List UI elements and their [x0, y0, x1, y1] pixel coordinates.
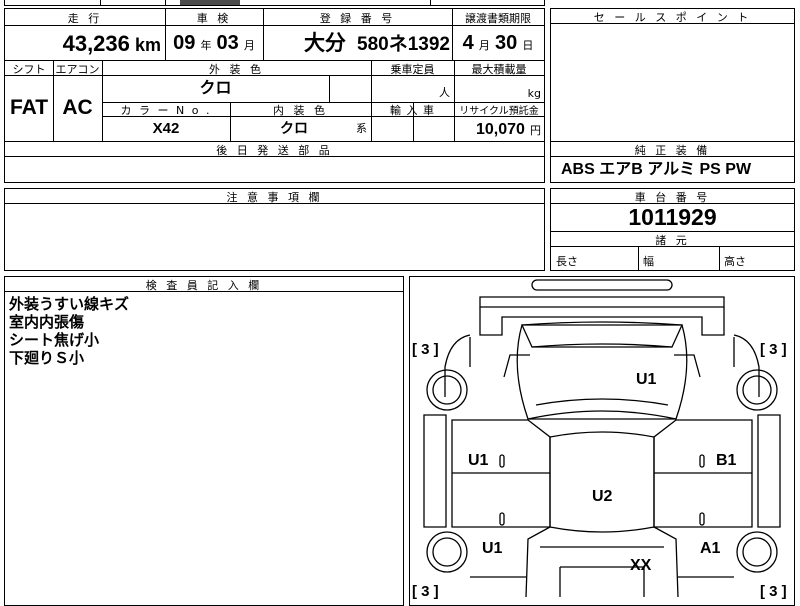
exterior-color-value: クロ — [199, 80, 232, 97]
later-parts-label: 後 日 発 送 部 品 — [216, 144, 333, 157]
equipment-label: 純 正 装 備 — [634, 144, 711, 157]
registration-place: 大分 — [303, 32, 346, 55]
inspection-label: 車 検 — [196, 12, 232, 25]
center-roof — [549, 431, 655, 533]
transfer-day: 30 — [494, 32, 518, 54]
sales-point-label: セ ー ル ス ポ イ ン ト — [593, 11, 752, 24]
interior-color-suffix: 系 — [356, 122, 367, 135]
capacity-unit: 人 — [439, 86, 450, 99]
mark-left-front: U1 — [468, 452, 489, 469]
bracket-top-left: [ 3 ] — [412, 341, 439, 358]
recycle-value: 10,070 — [475, 121, 525, 138]
roof — [516, 324, 688, 420]
width-label: 幅 — [643, 255, 654, 268]
mark-tail: XX — [630, 557, 652, 574]
mileage-unit: km — [134, 35, 161, 55]
mark-center: U2 — [592, 488, 613, 505]
inspector-line: シート焦げ小 — [9, 331, 100, 349]
import-label: 輸 入 車 — [390, 104, 435, 117]
transfer-month: 4 — [462, 32, 474, 54]
bracket-top-right: [ 3 ] — [760, 341, 787, 358]
top-cut-row — [4, 0, 544, 6]
max-load-cell: kg — [454, 75, 544, 102]
sales-equipment-box: セ ー ル ス ポ イ ン ト 純 正 装 備 ABS エアB アルミ PS P… — [550, 8, 795, 183]
mark-roof: U1 — [636, 371, 657, 388]
interior-color-value: クロ — [280, 120, 308, 136]
interior-color-cell: クロ 系 — [230, 116, 371, 141]
vehicle-info-table: 走 行 車 検 登 録 番 号 譲渡書類期限 43,236 km 09 年 03… — [4, 8, 545, 183]
inspection-year: 09 — [173, 32, 196, 54]
dimensions-label: 諸 元 — [655, 234, 690, 247]
recycle-cell: 10,070 円 — [454, 116, 544, 141]
mark-right-front: B1 — [716, 452, 737, 469]
equipment-value: ABS エアB アルミ PS PW — [561, 161, 752, 178]
right-side-rail — [757, 414, 781, 528]
inspector-label: 検 査 員 記 入 欄 — [145, 279, 263, 292]
registration-value-cell: 大分 580ネ1392 — [263, 27, 452, 60]
notes-label: 注 意 事 項 欄 — [226, 191, 323, 204]
capacity-cell: 人 — [371, 75, 454, 102]
car-diagram-svg — [423, 279, 781, 598]
aircon-value: AC — [62, 96, 93, 119]
transfer-deadline-label: 譲渡書類期限 — [465, 12, 531, 25]
transfer-day-unit: 日 — [522, 39, 534, 52]
inspector-line: 下廻りＳ小 — [9, 349, 85, 367]
inspection-month-unit: 月 — [243, 39, 255, 52]
color-no-value: X42 — [152, 120, 180, 137]
registration-number: 580ネ1392 — [357, 34, 450, 55]
inspection-month: 03 — [216, 32, 239, 54]
car-diagram: [ 3 ] [ 3 ] [ 3 ] [ 3 ] U1 U1 B1 U2 U1 A… — [409, 276, 795, 606]
inspection-year-unit: 年 — [200, 39, 212, 52]
recycle-unit: 円 — [530, 124, 541, 137]
inspector-notes: 検 査 員 記 入 欄 外装うすい線キズ 室内内張傷 シート焦げ小 下廻りＳ小 — [4, 276, 404, 606]
mark-right-rear: A1 — [700, 540, 721, 557]
inspection-value-cell: 09 年 03 月 — [165, 27, 263, 60]
height-label: 高さ — [724, 255, 746, 268]
front-bumper — [531, 279, 673, 291]
inspector-line: 室内内張傷 — [9, 313, 85, 331]
chassis-value: 1011929 — [628, 204, 717, 230]
mileage-label: 走 行 — [67, 12, 103, 25]
max-load-unit: kg — [527, 87, 541, 100]
cut-text-fragment — [180, 0, 240, 6]
chassis-box: 車 台 番 号 1011929 諸 元 長さ 幅 高さ — [550, 188, 795, 271]
notes-field: 注 意 事 項 欄 — [4, 188, 545, 271]
shift-value: FAT — [9, 96, 49, 119]
length-label: 長さ — [556, 255, 578, 268]
bracket-bottom-right: [ 3 ] — [760, 583, 787, 600]
bracket-bottom-left: [ 3 ] — [412, 583, 439, 600]
mark-left-rear: U1 — [482, 540, 503, 557]
mileage-value: 43,236 — [62, 31, 130, 56]
inspector-line: 外装うすい線キズ — [9, 295, 130, 313]
left-side-rail — [423, 414, 447, 528]
front-grille — [479, 296, 725, 308]
recycle-label: リサイクル預託金 — [459, 106, 539, 117]
transfer-deadline-cell: 4 月 30 日 — [452, 27, 544, 60]
mileage-value-cell: 43,236 km — [5, 27, 165, 60]
transfer-month-unit: 月 — [478, 39, 490, 52]
registration-label: 登 録 番 号 — [319, 12, 396, 25]
